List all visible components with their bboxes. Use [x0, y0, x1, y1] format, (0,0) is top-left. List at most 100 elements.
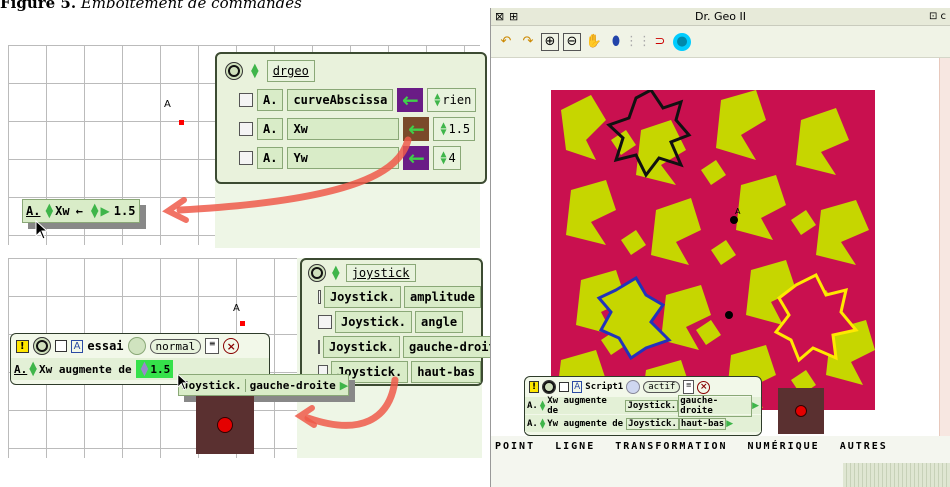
assign-var: Xw	[55, 204, 70, 218]
script-icon[interactable]: A	[70, 339, 84, 353]
mode-pill[interactable]: normal	[149, 338, 202, 354]
menu-circle-icon[interactable]	[225, 62, 243, 80]
close-icon[interactable]: ×	[223, 338, 240, 354]
row-value[interactable]: ▲ ▼ 1.5	[433, 117, 476, 141]
line-prefix: A.	[527, 400, 538, 411]
play-triangle-icon[interactable]: ▶	[752, 401, 759, 411]
line-prefix: A.	[527, 418, 538, 429]
point-a-marker[interactable]	[179, 120, 184, 125]
joystick-object[interactable]: Joystick.	[335, 311, 413, 333]
grid-icon[interactable]: ⋮⋮	[625, 33, 651, 51]
warning-icon[interactable]: !	[529, 381, 540, 393]
watcher-icon[interactable]	[318, 290, 321, 304]
script1-mode[interactable]: actif	[643, 381, 681, 393]
joystick-knob[interactable]	[795, 405, 807, 417]
joystick-object[interactable]: Joystick.	[323, 286, 401, 308]
tab-transformation[interactable]: TRANSFORMATION	[615, 441, 727, 461]
magnet-icon[interactable]: ⊃	[651, 33, 669, 51]
joystick-property[interactable]: haut-bas	[411, 361, 481, 383]
list-icon[interactable]: ≡	[683, 380, 695, 394]
warning-icon[interactable]: !	[16, 339, 29, 353]
joystick-row: Joystick. gauche-droite	[318, 336, 509, 358]
close-icon[interactable]: ⊠	[495, 8, 504, 26]
tab-autres[interactable]: AUTRES	[840, 441, 888, 461]
joystick-object[interactable]: Joystick.	[323, 336, 401, 358]
updown-arrows-icon[interactable]: ▲ ▼	[332, 265, 340, 282]
line-property[interactable]: gauche-droite	[678, 394, 753, 417]
updown-arrows-icon[interactable]: ▲ ▼	[540, 417, 545, 429]
updown-arrows-icon[interactable]: ▲ ▼	[540, 399, 545, 411]
cursor-arrow-icon	[177, 373, 189, 391]
bottom-strip	[843, 463, 950, 487]
row-name[interactable]: curveAbscissa	[287, 89, 394, 111]
joystick-widget-right[interactable]	[778, 388, 824, 434]
collapse-icon[interactable]: ⊡ c	[929, 8, 946, 26]
hand-icon[interactable]: ✋	[585, 33, 603, 51]
zoom-in-icon[interactable]: ⊕	[541, 32, 559, 51]
morph-title: drgeo	[266, 60, 315, 82]
play-triangle-icon[interactable]: ▶	[726, 419, 733, 429]
close-icon[interactable]: ×	[697, 380, 711, 394]
undo-icon[interactable]: ↶	[497, 33, 515, 51]
drgeo-window: ⊠ ⊞ Dr. Geo II ⊡ c ↶ ↷ ⊕ ⊖ ✋ ⬮ ⋮⋮ ⊃ ● A …	[490, 8, 950, 487]
zoom-out-icon[interactable]: ⊖	[563, 32, 581, 51]
line-object[interactable]: Joystick.	[626, 417, 679, 430]
window-title: Dr. Geo II	[695, 10, 746, 23]
play-triangle-icon[interactable]: ▶	[101, 204, 110, 218]
point-a-label: A	[164, 99, 171, 110]
menu-icon[interactable]: ⊞	[509, 8, 518, 26]
updown-arrows-icon[interactable]: ▲ ▼	[45, 203, 53, 220]
clock-icon[interactable]	[127, 337, 146, 355]
category-tabs: POINT LIGNE TRANSFORMATION NUMÉRIQUE AUT…	[491, 441, 950, 461]
updown-arrows-icon[interactable]: ▲ ▼	[251, 63, 259, 80]
script-line[interactable]: A. ▲ ▼ Yw augmente de Joystick. haut-bas …	[525, 415, 761, 432]
row-prefix[interactable]: A.	[257, 89, 284, 111]
figure-caption: Figure 5. Emboîtement de commandes	[0, 0, 302, 12]
watcher-icon[interactable]	[318, 315, 332, 329]
redo-icon[interactable]: ↷	[519, 33, 537, 51]
assign-arrow: ←	[75, 204, 83, 218]
row-value[interactable]: ▲ ▼ 4	[433, 146, 461, 170]
checkbox[interactable]	[559, 382, 570, 392]
list-icon[interactable]: ≡	[205, 338, 220, 354]
joystick-property[interactable]: angle	[415, 311, 464, 333]
tab-numerique[interactable]: NUMÉRIQUE	[748, 441, 820, 461]
tab-ligne[interactable]: LIGNE	[555, 441, 595, 461]
script-icon[interactable]: A	[572, 381, 583, 393]
point-a-marker-2[interactable]	[240, 321, 245, 326]
line-statement[interactable]: Xw augmente de	[39, 363, 132, 376]
joystick-knob[interactable]	[217, 417, 233, 433]
line-property[interactable]: haut-bas	[678, 417, 727, 430]
menu-circle-icon[interactable]	[542, 380, 557, 394]
checkbox[interactable]	[54, 340, 67, 352]
line-statement: Yw augmente de	[547, 418, 624, 429]
assign-arrow-icon[interactable]: ←	[397, 88, 424, 112]
watcher-icon[interactable]	[239, 93, 253, 107]
script-name[interactable]: essai	[87, 339, 123, 353]
updown-arrows-icon[interactable]: ▲ ▼	[29, 361, 37, 378]
point-a-label-2: A	[233, 303, 240, 314]
script-line[interactable]: A. ▲ ▼ Xw augmente de Joystick. gauche-dr…	[525, 394, 761, 417]
joystick-morph[interactable]: ▲ ▼ joystick Joystick. amplitude Joystick…	[300, 258, 509, 386]
line-prefix[interactable]: A.	[14, 363, 27, 376]
joystick-widget[interactable]	[196, 396, 254, 454]
point-a-label-3: A	[735, 207, 741, 216]
menu-circle-icon[interactable]	[308, 264, 326, 282]
joystick-row: Joystick. angle	[318, 311, 481, 333]
joystick-row: Joystick. amplitude	[318, 286, 481, 308]
eye-icon[interactable]: ●	[673, 32, 691, 51]
menu-circle-icon[interactable]	[32, 337, 51, 355]
watcher-icon[interactable]	[318, 340, 320, 354]
line-object[interactable]: Joystick.	[625, 399, 679, 412]
joystick-property[interactable]: amplitude	[403, 286, 481, 308]
row-value[interactable]: ▲ ▼ rien	[427, 88, 477, 112]
vertical-scrollbar[interactable]	[939, 58, 950, 436]
value-slot[interactable]: ▲ ▼ 1.5	[135, 360, 174, 378]
tab-point[interactable]: POINT	[495, 441, 535, 461]
script1-panel[interactable]: ! A Script1 actif ≡ × A. ▲ ▼ Xw augmente …	[524, 376, 762, 436]
script1-name[interactable]: Script1	[585, 382, 623, 392]
updown-arrows-icon[interactable]: ▲ ▼	[91, 203, 99, 220]
drawing-canvas[interactable]: A ! A Script1 actif ≡ × A. ▲ ▼ Xw augment…	[491, 58, 939, 436]
clock-icon[interactable]	[626, 380, 641, 394]
style-icon[interactable]: ⬮	[607, 33, 625, 51]
